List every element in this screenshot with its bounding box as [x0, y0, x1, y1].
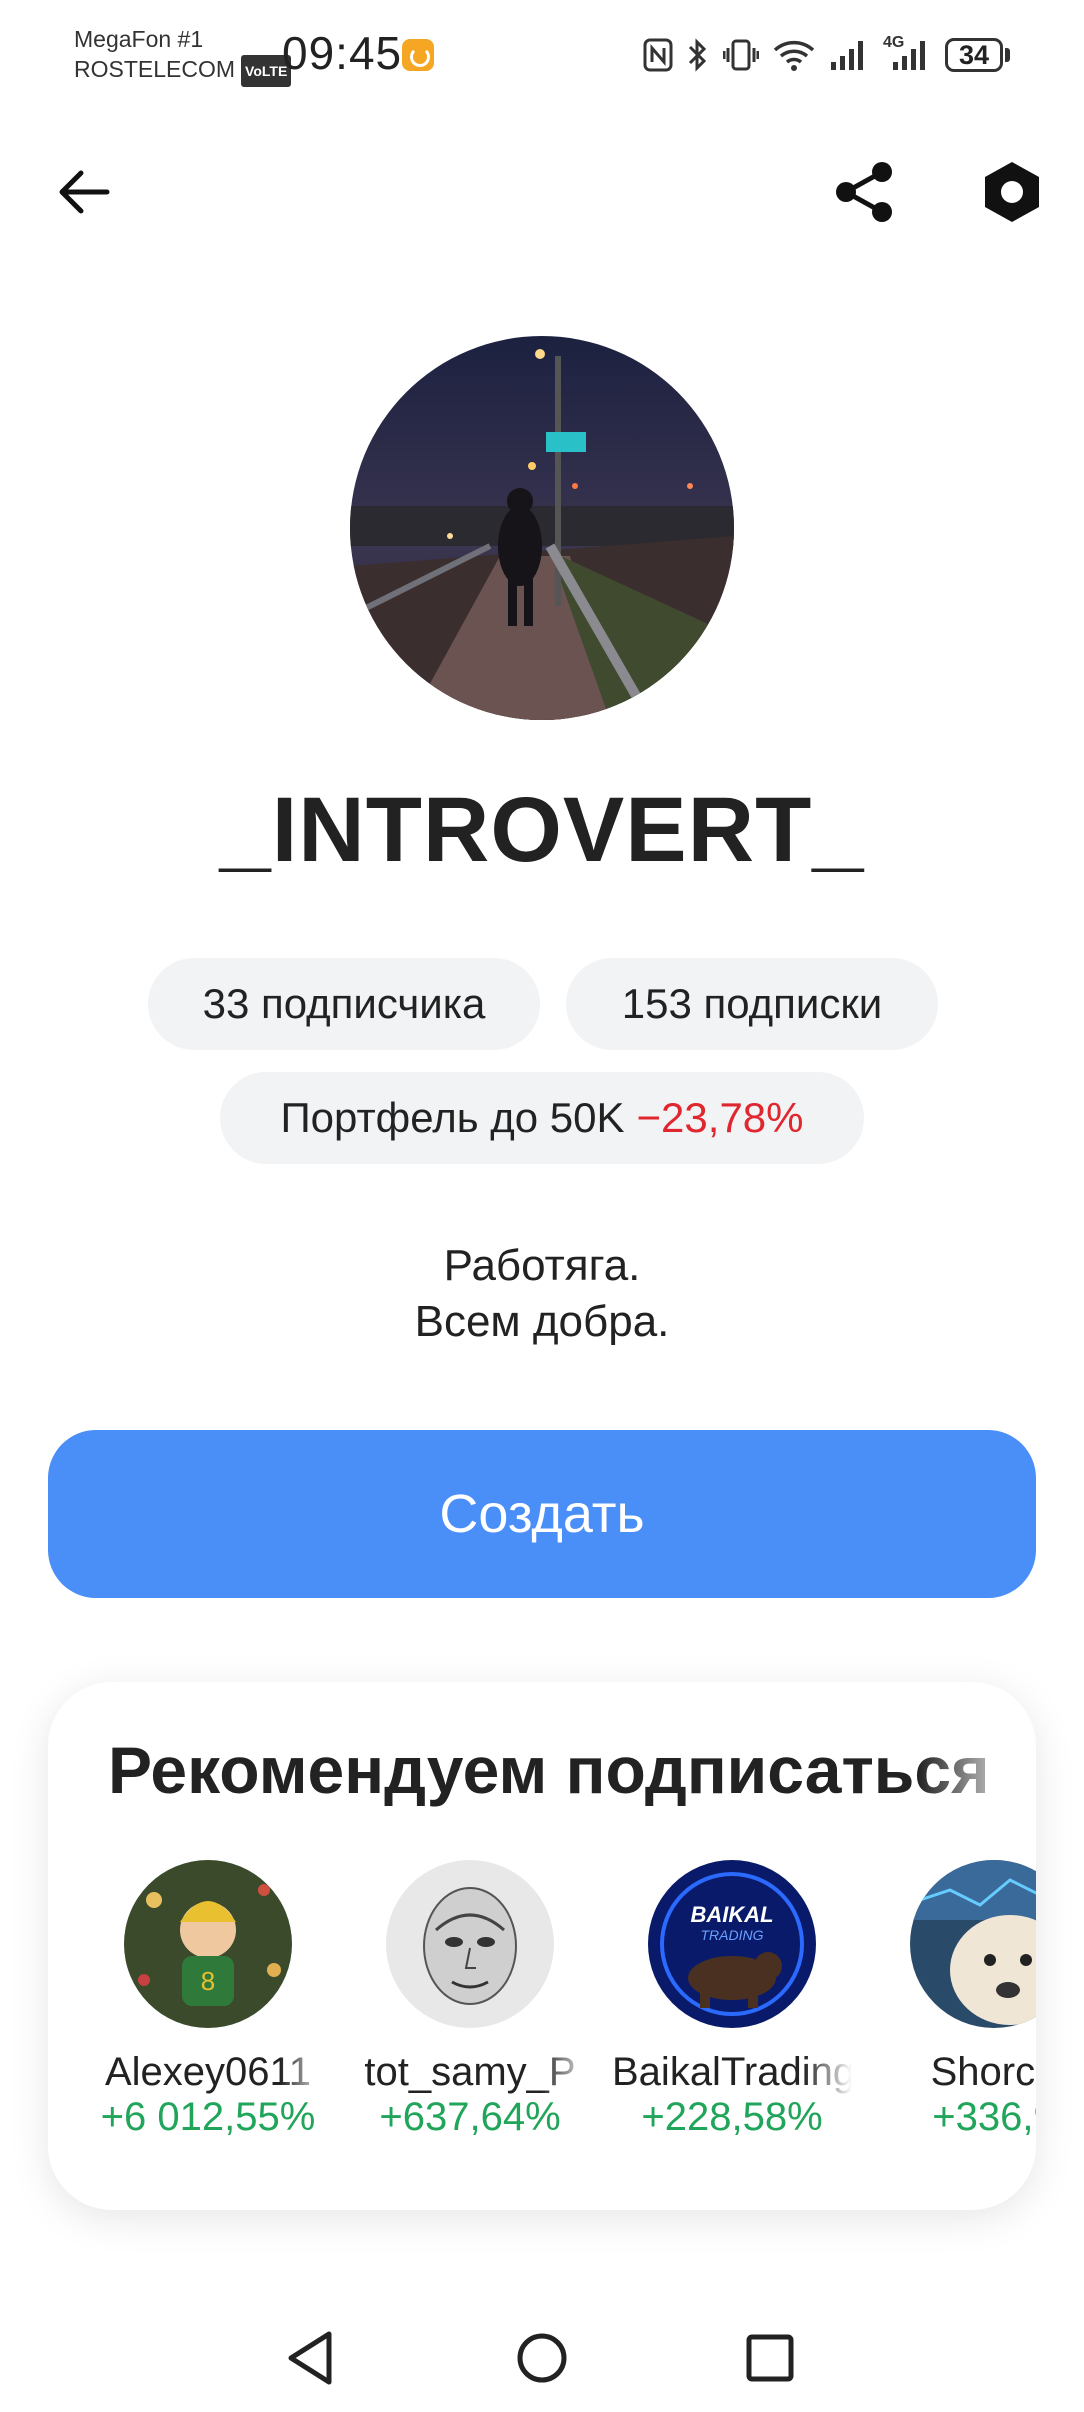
- system-icons: 4G 34: [643, 30, 1010, 80]
- arrow-left-icon: [59, 170, 110, 214]
- recommended-user-gain: +637,64%: [379, 2095, 561, 2139]
- profile-bio: Работяга. Всем добра.: [0, 1238, 1084, 1350]
- recommended-user[interactable]: 8 Alexey0611 +6 012,55%: [88, 1860, 328, 2140]
- portfolio-label: Портфель до 50K: [280, 1094, 625, 1141]
- battery-indicator: 34: [945, 38, 1010, 72]
- signal-icon: [831, 41, 863, 70]
- profile-avatar[interactable]: [350, 336, 734, 720]
- settings-button[interactable]: [972, 152, 1052, 232]
- square-recents-icon: [746, 2334, 794, 2382]
- share-button[interactable]: [824, 152, 904, 232]
- recommended-user-name: tot_samy_P: [364, 2050, 576, 2094]
- wifi-icon: [773, 40, 815, 71]
- recommended-user-gain: +228,58%: [641, 2095, 823, 2139]
- clock: 09:45: [282, 27, 403, 79]
- nav-recents-button[interactable]: [730, 2318, 810, 2398]
- portfolio-change: −23,78%: [636, 1094, 804, 1141]
- profile-username: _INTROVERT_: [219, 779, 865, 881]
- avatar: [386, 1860, 554, 2028]
- carrier-2: ROSTELECOM: [74, 56, 236, 82]
- back-button[interactable]: [44, 152, 124, 232]
- settings-hex-icon: [985, 162, 1039, 222]
- carrier-info: MegaFon #1 ROSTELECOM VoLTE: [74, 24, 292, 87]
- vibrate-icon: [723, 39, 759, 71]
- bio-line: Работяга.: [443, 1241, 641, 1290]
- create-button[interactable]: Создать: [48, 1430, 1036, 1598]
- bluetooth-icon: [688, 38, 707, 72]
- circle-home-icon: [517, 2333, 567, 2383]
- svg-text:BAIKAL: BAIKAL: [690, 1902, 773, 1927]
- portfolio-chip[interactable]: Портфель до 50K −23,78%: [220, 1072, 864, 1164]
- followers-count: 33 подписчика: [202, 980, 486, 1027]
- status-bar: MegaFon #1 ROSTELECOM VoLTE 09:45 4G 34: [0, 0, 1084, 110]
- following-count: 153 подписки: [621, 980, 883, 1027]
- bio-line: Всем добра.: [414, 1297, 670, 1346]
- signal-4g-icon: 4G: [883, 34, 931, 72]
- svg-text:TRADING: TRADING: [701, 1927, 764, 1943]
- followers-chip[interactable]: 33 подписчика: [148, 958, 540, 1050]
- following-chip[interactable]: 153 подписки: [566, 958, 938, 1050]
- recommended-user-name: Alexey0611: [104, 2050, 312, 2094]
- recommended-user[interactable]: tot_samy_P +637,64%: [350, 1860, 590, 2140]
- svg-text:8: 8: [201, 1966, 215, 1996]
- share-icon: [836, 162, 892, 222]
- triangle-back-icon: [288, 2331, 332, 2385]
- avatar: [910, 1860, 1036, 2028]
- nav-home-button[interactable]: [502, 2318, 582, 2398]
- nav-back-button[interactable]: [270, 2318, 350, 2398]
- recommendations-card: Рекомендуем подписаться 8 Alexey0611 +6 …: [48, 1682, 1036, 2210]
- recommended-user-name: BaikalTrading: [612, 2050, 852, 2094]
- recommendations-list[interactable]: 8 Alexey0611 +6 012,55% tot_samy_P +637,…: [88, 1860, 1036, 2160]
- notification-app-icon: [402, 39, 434, 71]
- recommended-user-gain: +336,9: [932, 2095, 1036, 2139]
- nfc-icon: [643, 38, 673, 72]
- recommended-user[interactable]: BAIKAL TRADING BaikalTrading +228,58%: [612, 1860, 852, 2140]
- carrier-1: MegaFon #1: [74, 26, 204, 52]
- recommended-user-gain: +6 012,55%: [100, 2095, 316, 2139]
- avatar: BAIKAL TRADING: [648, 1860, 816, 2028]
- recommended-user-name: Shorch: [930, 2050, 1036, 2094]
- recommended-user[interactable]: Shorch +336,9: [874, 1860, 1036, 2140]
- recommendations-title: Рекомендуем подписаться: [108, 1733, 990, 1807]
- avatar: 8: [124, 1860, 292, 2028]
